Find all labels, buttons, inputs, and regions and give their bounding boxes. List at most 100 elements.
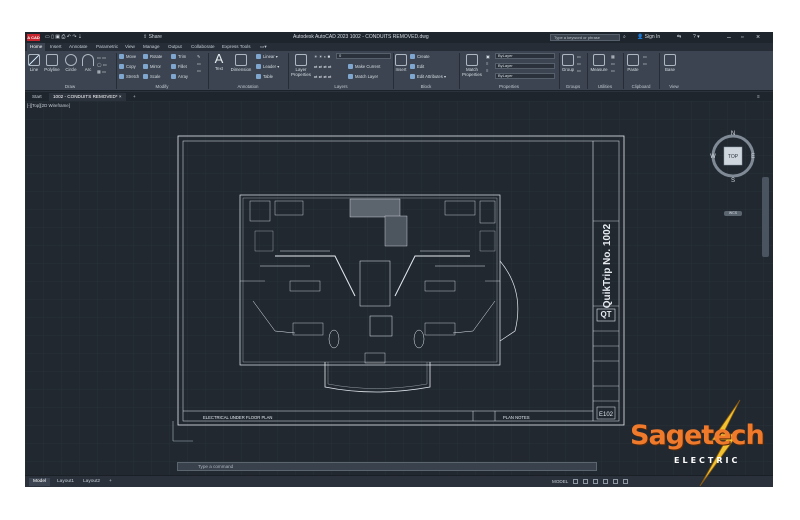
array-button[interactable]: Array bbox=[171, 73, 188, 80]
layer-dropdown[interactable]: 0 bbox=[336, 53, 391, 59]
snap-toggle-icon[interactable] bbox=[583, 479, 588, 484]
clipboard-panel-title[interactable]: Clipboard bbox=[623, 83, 659, 90]
view-panel-title[interactable]: View bbox=[659, 83, 689, 90]
search-icon[interactable]: ⌕ bbox=[623, 34, 626, 41]
match-properties-button[interactable]: Match Properties bbox=[460, 54, 484, 77]
line-button[interactable]: Line bbox=[27, 54, 41, 72]
color-dropdown[interactable]: ByLayer bbox=[495, 53, 555, 59]
utilities-icons[interactable]: ▦ ▭ ▭ bbox=[611, 53, 615, 73]
search-input[interactable]: Type a keyword or phrase bbox=[550, 34, 620, 41]
arc-button[interactable]: Arc bbox=[81, 54, 95, 72]
model-tab[interactable]: Model bbox=[29, 478, 51, 486]
block-panel-title[interactable]: Block bbox=[394, 83, 458, 90]
layer-tools-icons[interactable]: ⇄ ⇄ ⇄ ⇄ bbox=[314, 63, 332, 70]
sign-in-button[interactable]: 👤 Sign In bbox=[637, 34, 660, 41]
qt-logo: QT bbox=[600, 310, 611, 319]
properties-panel-title[interactable]: Properties bbox=[460, 83, 558, 90]
new-tab-button[interactable]: + bbox=[129, 93, 140, 101]
ortho-toggle-icon[interactable] bbox=[593, 479, 598, 484]
grid-toggle-icon[interactable] bbox=[573, 479, 578, 484]
fillet-button[interactable]: Fillet bbox=[171, 63, 187, 70]
tab-home[interactable]: Home bbox=[27, 43, 46, 51]
copy-button[interactable]: Copy bbox=[119, 63, 136, 70]
tab-parametric[interactable]: Parametric bbox=[93, 43, 121, 51]
navigation-bar[interactable] bbox=[762, 177, 769, 257]
tab-output[interactable]: Output bbox=[165, 43, 185, 51]
leader-button[interactable]: Leader ▾ bbox=[256, 63, 279, 70]
close-tab-icon[interactable]: × bbox=[119, 94, 122, 99]
close-button[interactable]: × bbox=[756, 33, 760, 42]
create-block-button[interactable]: Create bbox=[410, 53, 430, 60]
draw-more-icons[interactable]: ▭ ▭ ◯ ▭ ▦ ▭ bbox=[97, 54, 107, 74]
tab-more-icon[interactable]: ▭▾ bbox=[257, 43, 270, 51]
maximize-button[interactable]: ▫ bbox=[741, 33, 743, 42]
tab-manage[interactable]: Manage bbox=[140, 43, 163, 51]
match-layer-button[interactable]: Match Layer bbox=[348, 73, 378, 80]
annotation-panel-title[interactable]: Annotation bbox=[209, 83, 287, 90]
tab-view[interactable]: View bbox=[122, 43, 138, 51]
linear-button[interactable]: Linear ▾ bbox=[256, 53, 278, 60]
viewcube-west[interactable]: W bbox=[710, 154, 716, 160]
minimize-button[interactable]: – bbox=[727, 33, 731, 42]
help-icon[interactable]: ? ▾ bbox=[693, 34, 700, 41]
insert-button[interactable]: Insert bbox=[394, 54, 408, 72]
quick-access-icons[interactable]: ▭ ▯ ▣ ⎙ ↶ ↷ ⇣ bbox=[45, 34, 82, 41]
viewcube-south[interactable]: S bbox=[731, 178, 735, 184]
circle-button[interactable]: Circle bbox=[63, 54, 79, 72]
wcs-menu[interactable]: WCS bbox=[724, 211, 742, 216]
layer-properties-button[interactable]: Layer Properties bbox=[289, 54, 313, 77]
lineweight-dropdown[interactable]: ByLayer bbox=[495, 63, 555, 69]
move-button[interactable]: Move bbox=[119, 53, 136, 60]
clipboard-icons[interactable]: ▭ ▭ bbox=[643, 53, 647, 66]
group-tools-icons[interactable]: ▭ ▭ ▭ bbox=[577, 53, 581, 73]
scale-button[interactable]: Scale bbox=[143, 73, 160, 80]
tab-collaborate[interactable]: Collaborate bbox=[188, 43, 218, 51]
viewcube-east[interactable]: E bbox=[751, 154, 755, 160]
edit-attributes-button[interactable]: Edit Attributes ▾ bbox=[410, 73, 446, 80]
layout2-tab[interactable]: Layout2 bbox=[79, 478, 104, 486]
linetype-dropdown[interactable]: ByLayer bbox=[495, 73, 555, 79]
layout1-tab[interactable]: Layout1 bbox=[53, 478, 78, 486]
measure-button[interactable]: Measure bbox=[589, 54, 609, 72]
osnap-toggle-icon[interactable] bbox=[613, 479, 618, 484]
modify-panel-title[interactable]: Modify bbox=[117, 83, 207, 90]
base-button[interactable]: Base bbox=[661, 54, 679, 72]
mirror-button[interactable]: Mirror bbox=[143, 63, 161, 70]
add-layout-button[interactable]: + bbox=[105, 478, 116, 486]
rotate-button[interactable]: Rotate bbox=[143, 53, 162, 60]
layer-state-icons[interactable]: ☀ ☀ ◐ ■ bbox=[314, 53, 330, 60]
viewcube-north[interactable]: N bbox=[731, 131, 735, 137]
polyline-button[interactable]: Polyline bbox=[42, 54, 62, 72]
layers-panel-title[interactable]: Layers bbox=[289, 83, 393, 90]
table-button[interactable]: Table bbox=[256, 73, 273, 80]
tab-express-tools[interactable]: Express Tools bbox=[219, 43, 254, 51]
draw-panel-title[interactable]: Draw bbox=[25, 83, 115, 90]
dimension-button[interactable]: Dimension bbox=[228, 54, 254, 72]
viewport-controls-label[interactable]: [-][Top][2D Wireframe] bbox=[27, 103, 70, 108]
groups-panel-title[interactable]: Groups bbox=[560, 83, 586, 90]
viewcube[interactable]: TOP N S E W bbox=[710, 128, 756, 188]
command-input[interactable]: Type a command bbox=[177, 462, 597, 471]
autocad-logo[interactable]: A CAD bbox=[27, 34, 40, 41]
paste-icon bbox=[627, 54, 639, 66]
stretch-button[interactable]: Stretch bbox=[119, 73, 139, 80]
edit-block-button[interactable]: Edit bbox=[410, 63, 424, 70]
text-button[interactable]: A Text bbox=[211, 52, 227, 72]
cart-icon[interactable]: ⇆ bbox=[677, 34, 681, 41]
tab-insert[interactable]: Insert bbox=[47, 43, 65, 51]
polar-toggle-icon[interactable] bbox=[603, 479, 608, 484]
modify-more-icons[interactable]: ✎ ▭ ▭ bbox=[197, 53, 201, 73]
make-current-button[interactable]: Make Current bbox=[348, 63, 380, 70]
group-button[interactable]: Group bbox=[560, 54, 576, 72]
start-tab[interactable]: Start bbox=[28, 93, 46, 101]
layer-tools2-icons[interactable]: ⇄ ⇄ ⇄ ⇄ bbox=[314, 73, 332, 80]
drawing-tab[interactable]: 1002 - CONDUITS REMOVED* × bbox=[49, 93, 126, 101]
share-button[interactable]: ⇪ Share bbox=[143, 34, 162, 41]
tab-annotate[interactable]: Annotate bbox=[66, 43, 90, 51]
model-space-toggle[interactable]: MODEL bbox=[552, 478, 568, 486]
utilities-panel-title[interactable]: Utilities bbox=[587, 83, 623, 90]
file-menu-icon[interactable]: ≡ bbox=[753, 93, 764, 101]
annotation-scale-icon[interactable] bbox=[623, 479, 628, 484]
paste-button[interactable]: Paste bbox=[625, 54, 641, 72]
trim-button[interactable]: Trim bbox=[171, 53, 186, 60]
